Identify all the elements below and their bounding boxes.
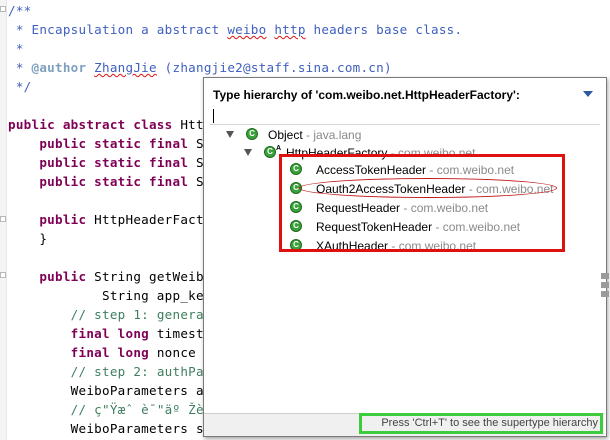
code-line[interactable]: */ [8, 77, 32, 96]
popup-title: Type hierarchy of 'com.weibo.net.HttpHea… [213, 88, 520, 102]
highlight-ellipse [299, 178, 557, 198]
code-line[interactable]: // ç"Ÿæˆ è¯"äº Žè® [8, 400, 212, 419]
abstract-class-icon: CA [264, 145, 281, 158]
view-menu-icon[interactable] [583, 91, 593, 97]
code-line[interactable]: public static final S [8, 172, 204, 191]
code-line[interactable]: // step 1: genera [8, 305, 204, 324]
fold-toggle-icon[interactable] [0, 6, 6, 12]
editor-gutter [0, 0, 7, 440]
code-line[interactable]: } [8, 229, 47, 248]
code-line[interactable]: public static final S [8, 134, 204, 153]
tree-item-label: Object [268, 128, 303, 142]
code-line[interactable]: public abstract class Htt [8, 115, 204, 134]
tree-item-package: java.lang [313, 128, 362, 142]
code-line[interactable]: WeiboParameters a [8, 381, 204, 400]
code-line[interactable]: public HttpHeaderFact [8, 210, 204, 229]
expand-icon[interactable] [226, 131, 234, 138]
code-line[interactable]: public static final S [8, 153, 204, 172]
code-line[interactable]: WeiboParameters s [8, 419, 204, 438]
highlight-box [279, 154, 565, 252]
class-icon: C [246, 128, 258, 140]
filter-input[interactable] [213, 109, 214, 123]
editor-scroll-marks[interactable] [601, 270, 610, 304]
code-line[interactable]: final long nonce [8, 343, 204, 362]
fold-toggle-icon[interactable] [0, 216, 6, 222]
code-line[interactable]: // step 2: authPa [8, 362, 204, 381]
code-line[interactable]: * [8, 39, 24, 58]
code-line[interactable]: public String getWeib [8, 267, 204, 286]
status-highlight-box [359, 413, 603, 434]
fold-toggle-icon[interactable] [0, 272, 6, 278]
type-hierarchy-popup: Type hierarchy of 'com.weibo.net.HttpHea… [203, 77, 607, 437]
code-line[interactable]: final long timest [8, 324, 204, 343]
expand-icon[interactable] [244, 149, 252, 156]
code-line[interactable]: * Encapsulation a abstract weibo http he… [8, 20, 462, 39]
divider [210, 124, 600, 125]
code-line[interactable]: * @author ZhangJie (zhangjie2@staff.sina… [8, 58, 392, 77]
code-line[interactable]: String app_ke [8, 286, 204, 305]
code-line[interactable]: /** [8, 1, 32, 20]
